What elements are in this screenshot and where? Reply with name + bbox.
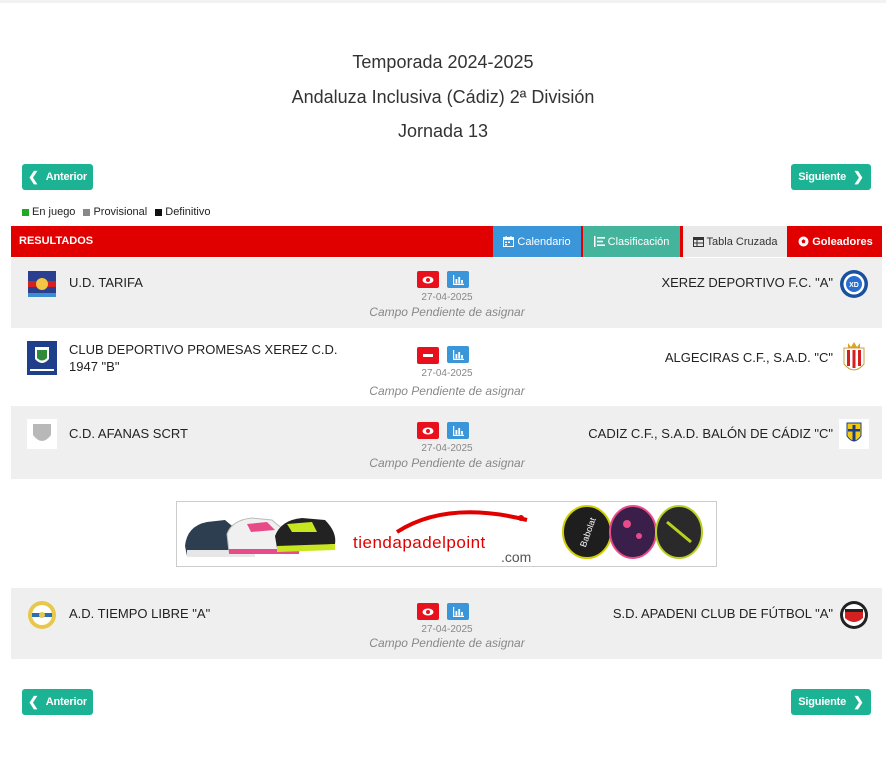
match-venue: Campo Pendiente de asignar [369, 456, 525, 470]
calendar-icon [503, 236, 515, 247]
away-crest-algeciras [839, 340, 869, 376]
match-date: 27-04-2025 [421, 443, 473, 454]
match-row: C.D. AFANAS SCRT 27-04-2025 Campo Pendie… [11, 406, 882, 479]
match-date: 27-04-2025 [421, 292, 473, 303]
ad-shoes-rackets-image: tiendapadelpoint .com Babolat [185, 505, 703, 565]
match-row: A.D. TIEMPO LIBRE "A" 27-04-2025 Campo P… [11, 588, 882, 659]
match-date: 27-04-2025 [421, 368, 473, 379]
tab-calendario[interactable]: Calendario [493, 226, 581, 257]
next-round-button[interactable]: Siguiente ❯ [791, 164, 871, 190]
results-bar: RESULTADOS Calendario Clasificación Tabl… [11, 226, 882, 257]
ad-banner[interactable]: tiendapadelpoint .com Babolat [176, 501, 717, 567]
chevron-right-icon: ❯ [853, 694, 864, 709]
match-venue: Campo Pendiente de asignar [369, 636, 525, 650]
chevron-right-icon: ❯ [853, 169, 864, 184]
legend-swatch [155, 208, 163, 216]
away-team[interactable]: S.D. APADENI CLUB DE FÚTBOL "A" [431, 605, 833, 622]
tab-tabla-cruzada[interactable]: Tabla Cruzada [683, 226, 787, 257]
away-team[interactable]: ALGECIRAS C.F., S.A.D. "C" [431, 349, 833, 366]
match-row: U.D. TARIFA 27-04-2025 Campo Pendiente d… [11, 258, 882, 328]
match-venue: Campo Pendiente de asignar [369, 305, 525, 319]
competition-title: Andaluza Inclusiva (Cádiz) 2ª División [291, 87, 595, 107]
tab-clasificacion[interactable]: Clasificación [583, 226, 680, 257]
chevron-left-icon: ❮ [28, 694, 39, 709]
home-crest-tiempo-libre [27, 600, 57, 630]
legend-provisional: Provisional [83, 206, 147, 218]
away-crest-xerez-deportivo: XD [839, 269, 869, 299]
home-team[interactable]: U.D. TARIFA [69, 274, 369, 291]
chevron-left-icon: ❮ [28, 169, 39, 184]
ad-brand-suffix: .com [501, 549, 531, 565]
legend-swatch [22, 208, 29, 216]
home-team[interactable]: A.D. TIEMPO LIBRE "A" [69, 605, 369, 622]
top-border [0, 0, 886, 3]
legend-en-juego: En juego [22, 206, 75, 218]
match-date: 27-04-2025 [421, 624, 473, 635]
svg-text:XD: XD [849, 282, 859, 289]
away-team[interactable]: CADIZ C.F., S.A.D. BALÓN DE CÁDIZ "C" [431, 425, 833, 442]
home-crest-placeholder [27, 419, 57, 449]
prev-round-button[interactable]: ❮ Anterior [22, 164, 93, 190]
home-team[interactable]: CLUB DEPORTIVO PROMESAS XEREZ C.D. 1947 … [69, 341, 359, 375]
match-venue: Campo Pendiente de asignar [369, 384, 525, 398]
prev-round-button-bottom[interactable]: ❮ Anterior [22, 689, 93, 715]
next-round-button-bottom[interactable]: Siguiente ❯ [791, 689, 871, 715]
soccer-ball-icon [798, 236, 809, 247]
home-crest-promesas-xerez [27, 341, 57, 375]
tab-goleadores[interactable]: Goleadores [789, 226, 882, 257]
season-title: Temporada 2024-2025 [352, 52, 534, 72]
list-icon [593, 236, 605, 247]
away-crest-cadiz [839, 419, 869, 449]
status-legend: En juego Provisional Definitivo [22, 206, 211, 218]
match-row: CLUB DEPORTIVO PROMESAS XEREZ C.D. 1947 … [11, 328, 882, 406]
round-title: Jornada 13 [397, 121, 489, 141]
table-icon [692, 236, 704, 247]
home-team[interactable]: C.D. AFANAS SCRT [69, 425, 369, 442]
away-crest-apadeni [839, 600, 869, 630]
legend-swatch [83, 208, 91, 216]
home-crest-tarifa [27, 269, 57, 299]
away-team[interactable]: XEREZ DEPORTIVO F.C. "A" [431, 274, 833, 291]
legend-definitivo: Definitivo [155, 206, 211, 218]
ad-brand-text: tiendapadelpoint [353, 533, 486, 552]
results-title: RESULTADOS [19, 235, 94, 247]
